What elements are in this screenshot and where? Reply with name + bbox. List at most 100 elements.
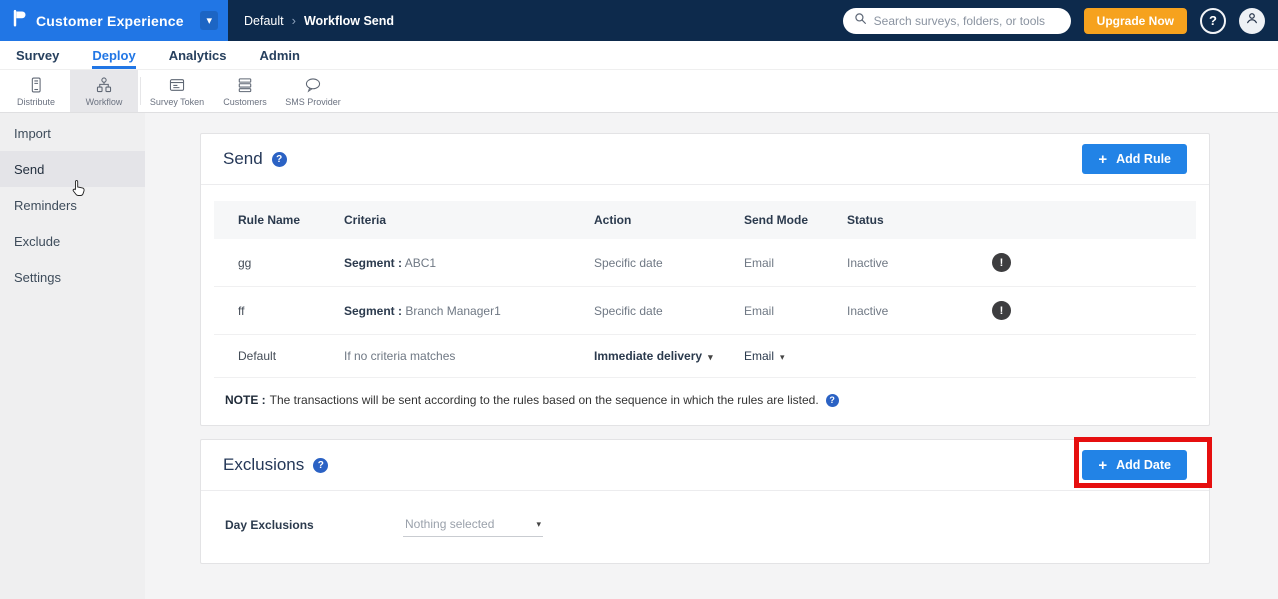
- send-mode-dropdown-value: Email: [744, 349, 774, 363]
- send-card: Send ? + Add Rule Rule Name: [200, 133, 1210, 426]
- action-cell: Immediate delivery▾: [584, 335, 734, 378]
- workflow-sidebar: Import Send Reminders Exclude Settings: [0, 113, 145, 599]
- send-mode-cell: Email ▾: [734, 335, 837, 378]
- toolbar-item-sms-provider[interactable]: SMS Provider: [279, 70, 347, 112]
- status-cell: Inactive: [837, 287, 982, 335]
- sms-provider-icon: [304, 76, 322, 94]
- col-more: [982, 201, 1196, 239]
- alert-cell: [982, 335, 1196, 378]
- toolbar-item-workflow[interactable]: Workflow: [70, 70, 138, 112]
- note-help-icon[interactable]: ?: [826, 394, 839, 407]
- col-criteria: Criteria: [334, 201, 584, 239]
- tab-admin[interactable]: Admin: [260, 41, 300, 69]
- rules-table-wrap: Rule Name Criteria Action Send Mode Stat…: [201, 185, 1209, 378]
- distribute-icon: [27, 76, 45, 94]
- exclusions-card: Exclusions ? + Add Date Day Exclusions N…: [200, 439, 1210, 564]
- sidebar-item-send[interactable]: Send: [0, 151, 145, 187]
- content-area: Import Send Reminders Exclude Settings S…: [0, 113, 1278, 599]
- exclusions-card-header: Exclusions ? + Add Date: [201, 440, 1209, 491]
- tab-analytics[interactable]: Analytics: [169, 41, 227, 69]
- send-help-icon[interactable]: ?: [272, 152, 287, 167]
- alert-cell: !: [982, 287, 1196, 335]
- topbar-actions: Upgrade Now ?: [843, 0, 1278, 41]
- toolbar-item-label: SMS Provider: [285, 97, 341, 107]
- alert-icon[interactable]: !: [992, 301, 1011, 320]
- day-exclusions-select[interactable]: Nothing selected ▾: [403, 513, 543, 537]
- day-exclusions-label: Day Exclusions: [225, 518, 403, 532]
- criteria-label: Segment :: [344, 304, 402, 318]
- table-row[interactable]: ff Segment : Branch Manager1 Specific da…: [214, 287, 1196, 335]
- breadcrumb: Default › Workflow Send: [244, 0, 394, 41]
- note-label: NOTE :: [225, 393, 266, 407]
- sidebar-item-exclude[interactable]: Exclude: [0, 223, 145, 259]
- product-switcher[interactable]: Customer Experience ▾: [0, 0, 228, 41]
- rule-name-cell: gg: [214, 239, 334, 287]
- chevron-down-icon: ▾: [780, 352, 785, 362]
- table-header-row: Rule Name Criteria Action Send Mode Stat…: [214, 201, 1196, 239]
- criteria-value: ABC1: [405, 256, 436, 270]
- status-cell: Inactive: [837, 239, 982, 287]
- chevron-down-icon: ▾: [200, 11, 218, 30]
- note-text: The transactions will be sent according …: [270, 393, 819, 407]
- action-dropdown-value: Immediate delivery: [594, 349, 702, 363]
- send-title: Send: [223, 149, 263, 169]
- exclusions-title: Exclusions: [223, 455, 304, 475]
- alert-cell: !: [982, 239, 1196, 287]
- tab-deploy[interactable]: Deploy: [92, 41, 135, 69]
- main-panel: Send ? + Add Rule Rule Name: [145, 113, 1278, 599]
- sidebar-item-reminders[interactable]: Reminders: [0, 187, 145, 223]
- send-mode-dropdown[interactable]: Email ▾: [744, 349, 785, 363]
- toolbar-item-customers[interactable]: Customers: [211, 70, 279, 112]
- alert-icon[interactable]: !: [992, 253, 1011, 272]
- table-row[interactable]: gg Segment : ABC1 Specific date Email In…: [214, 239, 1196, 287]
- col-status: Status: [837, 201, 982, 239]
- deploy-toolbar: Distribute Workflow Survey Token Custome…: [0, 70, 1278, 113]
- toolbar-divider: [140, 77, 141, 105]
- toolbar-item-label: Survey Token: [150, 97, 204, 107]
- sidebar-item-settings[interactable]: Settings: [0, 259, 145, 295]
- send-mode-cell: Email: [734, 287, 837, 335]
- add-rule-button[interactable]: + Add Rule: [1082, 144, 1187, 174]
- tab-survey[interactable]: Survey: [16, 41, 59, 69]
- toolbar-item-label: Workflow: [86, 97, 123, 107]
- send-card-header: Send ? + Add Rule: [201, 134, 1209, 185]
- criteria-label: Segment :: [344, 256, 402, 270]
- search-icon: [854, 12, 867, 30]
- action-cell: Specific date: [584, 287, 734, 335]
- breadcrumb-item-current: Workflow Send: [304, 14, 394, 28]
- brand-logo-icon: [12, 9, 27, 32]
- main-nav: Survey Deploy Analytics Admin: [0, 41, 1278, 70]
- upgrade-now-button[interactable]: Upgrade Now: [1084, 8, 1187, 34]
- user-avatar[interactable]: [1239, 8, 1265, 34]
- col-action: Action: [584, 201, 734, 239]
- chevron-down-icon: ▾: [536, 519, 541, 530]
- col-send-mode: Send Mode: [734, 201, 837, 239]
- add-date-button[interactable]: + Add Date: [1082, 450, 1187, 480]
- sidebar-item-import[interactable]: Import: [0, 115, 145, 151]
- toolbar-item-survey-token[interactable]: Survey Token: [143, 70, 211, 112]
- rule-name-cell: Default: [214, 335, 334, 378]
- topbar: Customer Experience ▾ Default › Workflow…: [0, 0, 1278, 41]
- criteria-cell: Segment : Branch Manager1: [334, 287, 584, 335]
- plus-icon: +: [1098, 458, 1107, 473]
- note-row: NOTE : The transactions will be sent acc…: [201, 378, 1209, 425]
- search-input[interactable]: [874, 14, 1060, 28]
- rule-name-cell: ff: [214, 287, 334, 335]
- help-button[interactable]: ?: [1200, 8, 1226, 34]
- global-search[interactable]: [843, 8, 1071, 34]
- app-root: Customer Experience ▾ Default › Workflow…: [0, 0, 1278, 599]
- exclusions-help-icon[interactable]: ?: [313, 458, 328, 473]
- criteria-cell: Segment : ABC1: [334, 239, 584, 287]
- plus-icon: +: [1098, 152, 1107, 167]
- toolbar-item-distribute[interactable]: Distribute: [2, 70, 70, 112]
- table-row-default: Default If no criteria matches Immediate…: [214, 335, 1196, 378]
- action-cell: Specific date: [584, 239, 734, 287]
- workflow-icon: [95, 76, 113, 94]
- day-exclusions-value: Nothing selected: [405, 517, 494, 531]
- status-cell: [837, 335, 982, 378]
- breadcrumb-item-default[interactable]: Default: [244, 14, 284, 28]
- criteria-value: Branch Manager1: [405, 304, 500, 318]
- customers-icon: [236, 76, 254, 94]
- survey-token-icon: [168, 76, 186, 94]
- action-dropdown[interactable]: Immediate delivery▾: [594, 349, 713, 363]
